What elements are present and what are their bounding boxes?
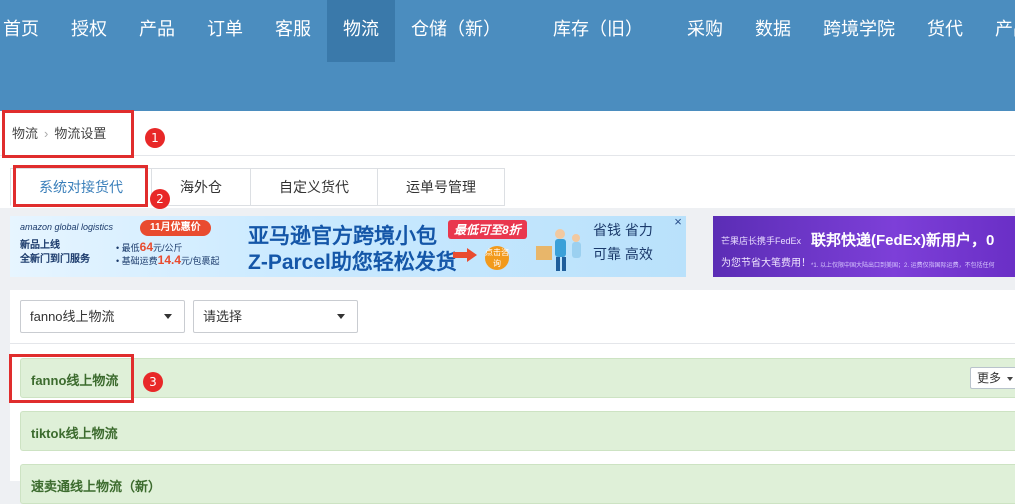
banner-discount-stamp: 最低可至8折 [448, 220, 527, 239]
banner-cta-button[interactable]: 点击咨询 [485, 246, 509, 270]
banner-words-row2: 可靠 高效 [593, 246, 653, 262]
nav-item-logistics[interactable]: 物流 [327, 0, 395, 62]
breadcrumb-current: 物流设置 [54, 126, 107, 141]
divider [10, 343, 1015, 344]
breadcrumb: 物流 › 物流设置 [12, 123, 106, 142]
chevron-down-icon [164, 314, 172, 319]
courier-illustration-icon [536, 229, 581, 271]
list-item-label: fanno线上物流 [31, 373, 119, 388]
option-select[interactable]: 请选择 [193, 300, 358, 333]
banner-close-icon[interactable]: × [672, 216, 684, 228]
nav-item-data[interactable]: 数据 [739, 0, 807, 62]
tab-custom-forwarders[interactable]: 自定义货代 [251, 168, 378, 206]
banner-price-1: • 最低64元/公斤 [116, 240, 183, 254]
nav-item-products[interactable]: 产品 [123, 0, 191, 62]
annotation-marker-3: 3 [143, 372, 163, 392]
annotation-marker-2: 2 [150, 189, 170, 209]
list-item-label: tiktok线上物流 [31, 426, 118, 441]
option-select-value: 请选择 [203, 309, 243, 324]
nav-item-home[interactable]: 首页 [0, 0, 55, 62]
ad-banner-fedex[interactable]: 芒果店长携手FedEx 联邦快递(FedEx)新用户，0 为您节省大笔费用！ *… [713, 216, 1015, 277]
arrow-right-icon [453, 248, 477, 262]
nav-item-products-2[interactable]: 产品 [979, 0, 1015, 62]
chevron-down-icon [1007, 377, 1013, 381]
nav-item-purchasing[interactable]: 采购 [671, 0, 739, 62]
carrier-select-value: fanno线上物流 [30, 309, 115, 324]
banner-badge: 11月优惠价 [140, 220, 211, 236]
tab-system-forwarders[interactable]: 系统对接货代 [10, 168, 152, 206]
nav-item-authorization[interactable]: 授权 [55, 0, 123, 62]
banner2-headline: 联邦快递(FedEx)新用户，0 [811, 232, 995, 249]
more-button[interactable]: 更多 [970, 367, 1015, 389]
tab-list: 系统对接货代 海外仓 自定义货代 运单号管理 [10, 168, 505, 206]
banner-price-2: • 基础运费14.4元/包裹起 [116, 253, 220, 267]
list-item[interactable]: fanno线上物流 更多 [20, 358, 1015, 398]
ad-banner-amazon[interactable]: amazon global logistics 新品上线 全新门到门服务 11月… [10, 216, 686, 277]
list-item[interactable]: 速卖通线上物流（新） [20, 464, 1015, 504]
banner2-line1: 芒果店长携手FedEx [721, 236, 802, 246]
banner-line1: 新品上线 [20, 240, 60, 251]
banner-headline-2: Z-Parcel助您轻松发货 [248, 251, 457, 274]
nav-item-inventory-old[interactable]: 库存（旧） [525, 0, 671, 62]
nav-item-academy[interactable]: 跨境学院 [807, 0, 911, 62]
chevron-down-icon [337, 314, 345, 319]
nav-item-customer-service[interactable]: 客服 [259, 0, 327, 62]
top-nav-bar: 首页 授权 产品 订单 客服 物流 仓储（新） 库存（旧） 采购 数据 跨境学院… [0, 0, 1015, 111]
banner2-line2: 为您节省大笔费用！ [721, 258, 811, 269]
list-item[interactable]: tiktok线上物流 [20, 411, 1015, 451]
carrier-select[interactable]: fanno线上物流 [20, 300, 185, 333]
list-item-label: 速卖通线上物流（新） [31, 479, 162, 494]
main-nav: 首页 授权 产品 订单 客服 物流 仓储（新） 库存（旧） 采购 数据 跨境学院… [0, 0, 1015, 62]
tab-tracking-number-management[interactable]: 运单号管理 [378, 168, 505, 206]
banner-brand: amazon global logistics [20, 222, 114, 232]
nav-item-orders[interactable]: 订单 [191, 0, 259, 62]
banner-line2: 全新门到门服务 [20, 254, 90, 265]
annotation-marker-1: 1 [145, 128, 165, 148]
nav-item-warehouse-new[interactable]: 仓储（新） [395, 0, 525, 62]
nav-item-forwarder[interactable]: 货代 [911, 0, 979, 62]
breadcrumb-root-link[interactable]: 物流 [12, 126, 38, 141]
more-button-label: 更多 [977, 371, 1002, 385]
banner-words-row1: 省钱 省力 [593, 222, 653, 238]
banner2-note: *1. 以上仅限中国大陆出口到美国；2. 运费仅指国际运费，不包括任何 [811, 263, 995, 269]
breadcrumb-separator: › [44, 126, 49, 141]
